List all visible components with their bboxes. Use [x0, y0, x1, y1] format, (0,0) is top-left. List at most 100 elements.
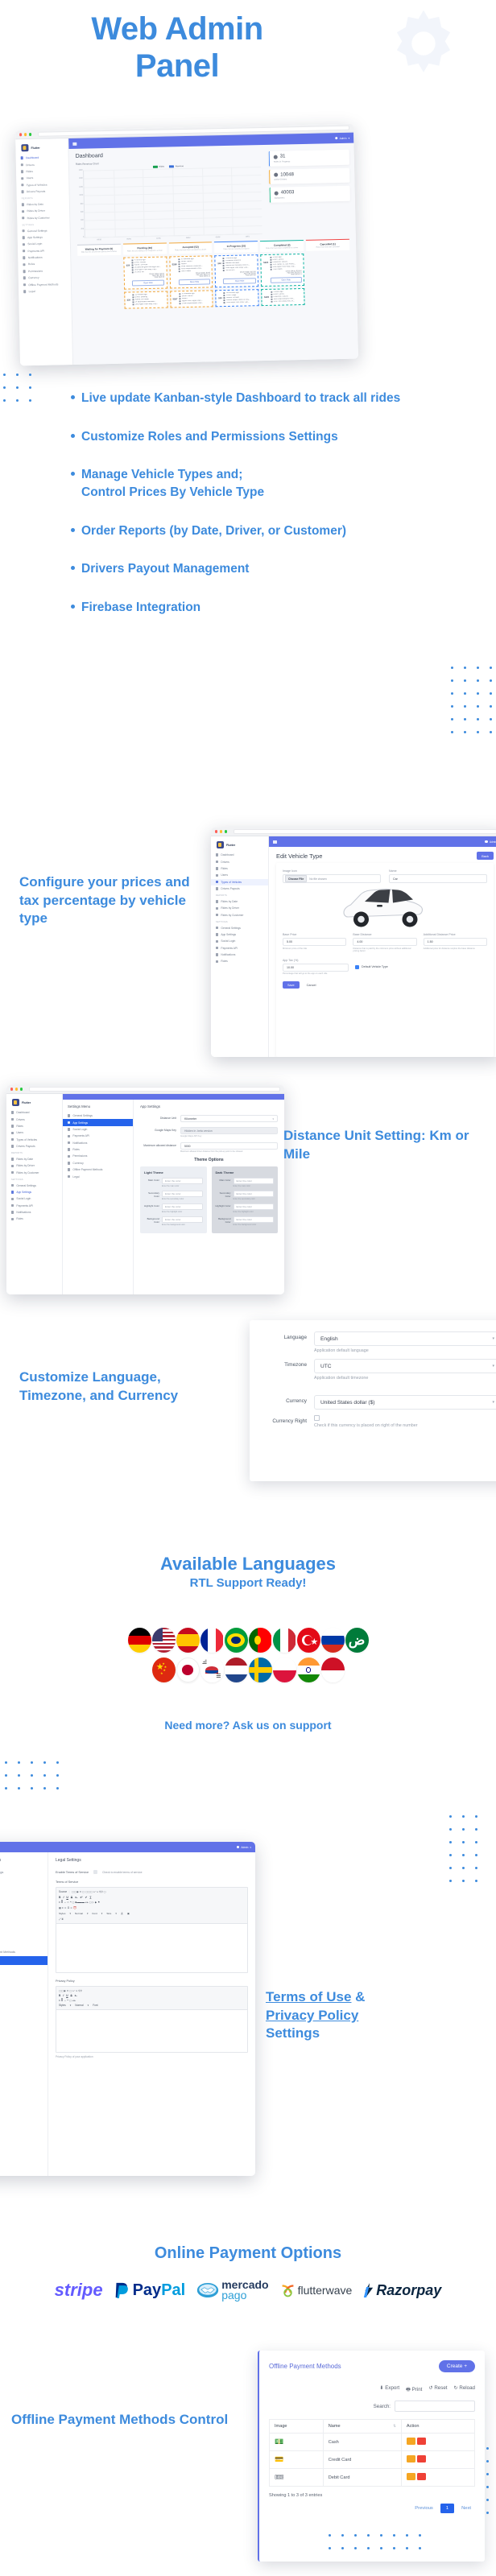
minimize-window-button[interactable] [219, 830, 223, 833]
settings-menu-roles[interactable]: Roles [63, 1146, 133, 1153]
next-page-button[interactable]: Next [457, 2504, 475, 2513]
source-button[interactable]: Source [59, 1890, 67, 1893]
close-window-button[interactable] [10, 1088, 14, 1091]
sidebar-item-drivers-payouts[interactable]: Drivers Payouts [211, 886, 268, 892]
terms-of-use-link[interactable]: Terms of Use [266, 1989, 351, 2004]
sidebar-item-general-settings[interactable]: General Settings [6, 1182, 62, 1188]
toolbar-paragraph-row[interactable]: ≡ ≣ ⇔ ⇐ ❝ ▢ ■▬▬▬ ◂ ▸ ▢ ▷ ▶ ⚑ [59, 1901, 245, 1904]
theme-color-input[interactable]: Enter the color [162, 1191, 203, 1198]
hamburger-icon[interactable] [72, 142, 76, 146]
sidebar-item-rides-by-driver[interactable]: Rides by Driver [6, 1162, 62, 1169]
sidebar-item-drivers-payouts[interactable]: Drivers Payouts [6, 1143, 62, 1150]
open-ride-button[interactable]: Open Ride [270, 276, 302, 284]
sidebar-item-app-settings[interactable]: App Settings [6, 1189, 62, 1195]
kanban-card[interactable]: $20 55 minutes ago Price: Gage Amare: remad… [215, 288, 259, 308]
theme-color-input[interactable]: Enter the color [233, 1191, 274, 1198]
edit-button[interactable] [406, 2473, 415, 2480]
print-button[interactable]: 🖶 Print [406, 2385, 422, 2394]
export-button[interactable]: ⬇ Export [379, 2385, 399, 2394]
maximize-window-button[interactable] [19, 1088, 23, 1091]
timezone-select[interactable]: UTC ▾ [314, 1359, 496, 1373]
edit-button[interactable] [406, 2455, 415, 2462]
theme-color-input[interactable]: Enter the color [233, 1216, 274, 1224]
settings-menu-payments-api[interactable]: Payments API [63, 1133, 133, 1139]
sidebar-item-app-settings[interactable]: App Settings [211, 931, 268, 938]
sidebar-item-users[interactable]: Users [211, 872, 268, 878]
size-dropdown[interactable]: Size [106, 1912, 111, 1915]
user-menu[interactable]: Admin ▾ [236, 1846, 251, 1849]
sidebar-item-users[interactable]: Users [6, 1129, 62, 1136]
default-vehicle-type-checkbox[interactable] [355, 964, 359, 969]
language-select[interactable]: English ▾ [314, 1331, 496, 1346]
sidebar-item-rides[interactable]: Rides [6, 1123, 62, 1129]
text-color-icon[interactable]: Ⓐ [121, 1911, 123, 1915]
previous-page-button[interactable]: Previous [411, 2504, 437, 2513]
theme-color-input[interactable]: Enter the color [233, 1203, 274, 1211]
currency-right-checkbox[interactable] [314, 1415, 320, 1421]
kanban-card[interactable]: $20 11 months ago Driver: Boating Admin: to… [124, 291, 168, 309]
tos-editor[interactable]: Source | ▢▢◉ ✕ ▢ ▢▢▢ ↩ ↪ ⚲⚲ ▢ B I U Sx₂ x² ✔ ∑ ≡… [56, 1887, 248, 1973]
vehicle-name-input[interactable]: Car [389, 874, 487, 883]
settings-menu-app-settings[interactable]: App Settings [63, 1119, 133, 1126]
settings-menu-legal[interactable]: Legal [63, 1173, 133, 1179]
settings-menu-roles[interactable]: Roles [0, 1921, 48, 1930]
google-maps-key-input[interactable]: Hidden in .beta version [180, 1127, 278, 1134]
settings-menu-app-settings[interactable]: App Settings [0, 1876, 48, 1885]
settings-menu-notifications[interactable]: Notifications [0, 1912, 48, 1921]
bg-color-icon[interactable]: ▣ [127, 1912, 130, 1915]
sidebar-item-payments-api[interactable]: Payments API [6, 1203, 62, 1209]
styles-dropdown[interactable]: Styles [59, 1912, 65, 1915]
minimize-window-button[interactable] [23, 133, 27, 136]
theme-color-input[interactable]: Enter the color [233, 1178, 274, 1185]
privacy-policy-link[interactable]: Privacy Policy [266, 2008, 358, 2023]
toolbar-icons[interactable]: ▢▢◉ ✕ ▢ ▢▢▢ ↩ ↪ ⚲⚲ ▢ [72, 1890, 106, 1893]
kanban-card[interactable]: $40 3 months ago Phasellus dolorem Beatae f… [214, 254, 259, 287]
sidebar-item-rides-by-date[interactable]: Rides by Date [211, 898, 268, 905]
sidebar-item-drivers[interactable]: Drivers [6, 1116, 62, 1122]
address-bar[interactable] [28, 1087, 280, 1092]
delete-button[interactable] [416, 2473, 426, 2480]
sidebar-item-types-of-vehicles[interactable]: Types of Vehicles [211, 878, 268, 886]
settings-menu-permissions[interactable]: Permissions [63, 1153, 133, 1159]
sidebar-item-dashboard[interactable]: Dashboard [6, 1109, 62, 1116]
open-ride-button[interactable]: Open Ride [178, 279, 211, 286]
sidebar-item-payments-api[interactable]: Payments API [211, 945, 268, 952]
kanban-card[interactable]: $287 35 minutes ago Driver: Demo Admin Apple… [169, 289, 214, 308]
settings-menu-social-login[interactable]: Social Login [0, 1894, 48, 1903]
sidebar-item-rides[interactable]: Rides [211, 865, 268, 872]
close-window-button[interactable] [215, 830, 218, 833]
hamburger-icon[interactable] [273, 840, 277, 844]
current-page[interactable]: 1 [440, 2504, 455, 2513]
sidebar-item-rides-by-driver[interactable]: Rides by Driver [211, 905, 268, 911]
open-ride-button[interactable]: Open Ride [223, 278, 256, 285]
sidebar-item-roles[interactable]: Roles [211, 958, 268, 964]
styles-dropdown[interactable]: Styles [59, 2004, 66, 2007]
tos-editor-body[interactable] [56, 1923, 247, 1972]
sidebar-item-notifications[interactable]: Notifications [211, 952, 268, 958]
theme-color-input[interactable]: Enter the color [162, 1216, 203, 1224]
settings-menu-general-settings[interactable]: General Settings [0, 1868, 48, 1876]
cancel-button[interactable]: Cancel [303, 981, 320, 989]
settings-menu-payments-api[interactable]: Payments API [0, 1903, 48, 1912]
toolbar-insert-row[interactable]: ▦ ≡ ☺ Ω ☺ ⏰ [59, 1906, 245, 1909]
delete-button[interactable] [416, 2438, 426, 2445]
toolbar-maximize-row[interactable]: ⤢ ▣ [59, 1918, 245, 1921]
back-button[interactable]: Back [477, 852, 494, 860]
maximize-window-button[interactable] [224, 830, 228, 833]
base-distance-input[interactable]: 4.00 [353, 938, 417, 946]
max-distance-input[interactable]: 5000 [180, 1142, 278, 1150]
enable-tos-checkbox[interactable] [93, 1870, 98, 1874]
address-bar[interactable] [233, 829, 496, 834]
user-menu[interactable]: Admin [485, 840, 496, 844]
settings-menu-permissions[interactable]: Permissions [0, 1930, 48, 1938]
format-dropdown[interactable]: Normal [75, 1912, 83, 1915]
delete-button[interactable] [416, 2455, 426, 2462]
kanban-card[interactable]: $298 33 minutes ago Driver: Demo Admin 6439 … [168, 254, 213, 289]
format-dropdown[interactable]: Normal [75, 2004, 83, 2007]
sidebar-item-social-login[interactable]: Social Login [211, 938, 268, 944]
currency-select[interactable]: United States dollar ($) ▾ [314, 1395, 496, 1410]
sidebar-item-notifications[interactable]: Notifications [6, 1209, 62, 1216]
sidebar-item-rides-by-date[interactable]: Rides by Date [6, 1156, 62, 1162]
settings-menu-general-settings[interactable]: General Settings [63, 1113, 133, 1119]
open-ride-button[interactable]: Open Ride [131, 279, 165, 287]
